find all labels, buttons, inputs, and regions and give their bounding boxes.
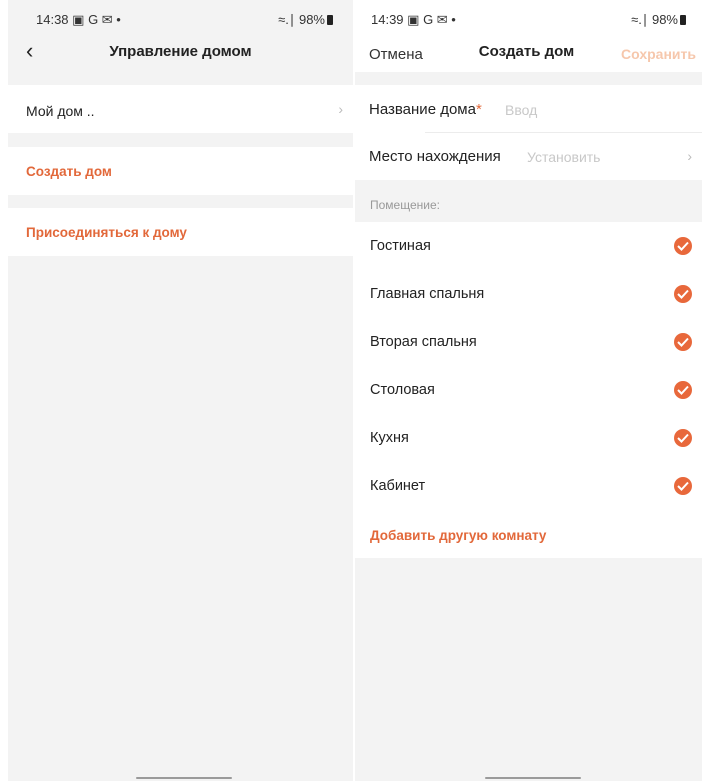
home-name: Мой дом .. — [26, 103, 95, 119]
status-time: 14:38 ▣ G ✉ • — [36, 12, 121, 27]
chevron-right-icon: › — [338, 101, 343, 117]
room-item[interactable]: Вторая спальня — [355, 318, 702, 366]
room-item[interactable]: Столовая — [355, 366, 702, 414]
room-name: Кухня — [370, 430, 409, 446]
status-bar: 14:39 ▣ G ✉ • ≈.∣ 98% — [355, 0, 702, 34]
add-room-button[interactable]: Добавить другую комнату — [370, 528, 546, 543]
home-management-screen: 14:38 ▣ G ✉ • ≈.∣ 98% ‹ Управление домом… — [8, 0, 353, 781]
notification-icons: ▣ G ✉ • — [407, 12, 456, 27]
rooms-caption: Помещение: — [370, 198, 440, 212]
home-form: Название дома* Ввод Место нахождения Уст… — [355, 85, 702, 180]
signal-battery: ≈.∣ 98% — [278, 12, 333, 28]
room-item[interactable]: Главная спальня — [355, 270, 702, 318]
home-list-item[interactable]: Мой дом .. › — [8, 85, 353, 133]
join-home-button[interactable]: Присоединяться к дому — [8, 208, 353, 256]
checkmark-icon[interactable] — [674, 429, 692, 447]
home-name-input[interactable]: Ввод — [505, 102, 537, 118]
save-button[interactable]: Сохранить — [621, 46, 696, 62]
checkmark-icon[interactable] — [674, 381, 692, 399]
room-name: Главная спальня — [370, 286, 485, 302]
page-title: Управление домом — [109, 43, 252, 60]
rooms-list: Гостиная Главная спальня Вторая спальня … — [355, 222, 702, 558]
signal-battery: ≈.∣ 98% — [631, 12, 686, 28]
chevron-right-icon: › — [687, 148, 692, 164]
status-time: 14:39 ▣ G ✉ • — [371, 12, 456, 27]
nav-bar: Отмена Создать дом Сохранить — [355, 34, 702, 72]
home-indicator — [136, 777, 232, 779]
room-name: Гостиная — [370, 238, 431, 254]
create-home-label: Создать дом — [26, 164, 112, 179]
field-divider — [425, 132, 702, 133]
checkmark-icon[interactable] — [674, 237, 692, 255]
battery-icon — [680, 15, 686, 25]
create-home-button[interactable]: Создать дом — [8, 147, 353, 195]
location-picker[interactable]: Установить — [527, 149, 600, 165]
checkmark-icon[interactable] — [674, 477, 692, 495]
room-item[interactable]: Кабинет — [355, 462, 702, 510]
room-name: Столовая — [370, 382, 435, 398]
checkmark-icon[interactable] — [674, 333, 692, 351]
room-item[interactable]: Гостиная — [355, 222, 702, 270]
notification-icons: ▣ G ✉ • — [72, 12, 121, 27]
nav-bar: ‹ Управление домом — [8, 34, 353, 72]
home-indicator — [485, 777, 581, 779]
room-item[interactable]: Кухня — [355, 414, 702, 462]
home-name-label: Название дома* — [369, 101, 482, 118]
room-name: Кабинет — [370, 478, 426, 494]
location-label: Место нахождения — [369, 148, 501, 165]
checkmark-icon[interactable] — [674, 285, 692, 303]
battery-icon — [327, 15, 333, 25]
room-name: Вторая спальня — [370, 334, 477, 350]
status-bar: 14:38 ▣ G ✉ • ≈.∣ 98% — [8, 0, 353, 34]
join-home-label: Присоединяться к дому — [26, 225, 187, 240]
required-mark: * — [475, 101, 482, 118]
create-home-screen: 14:39 ▣ G ✉ • ≈.∣ 98% Отмена Создать дом… — [355, 0, 702, 781]
